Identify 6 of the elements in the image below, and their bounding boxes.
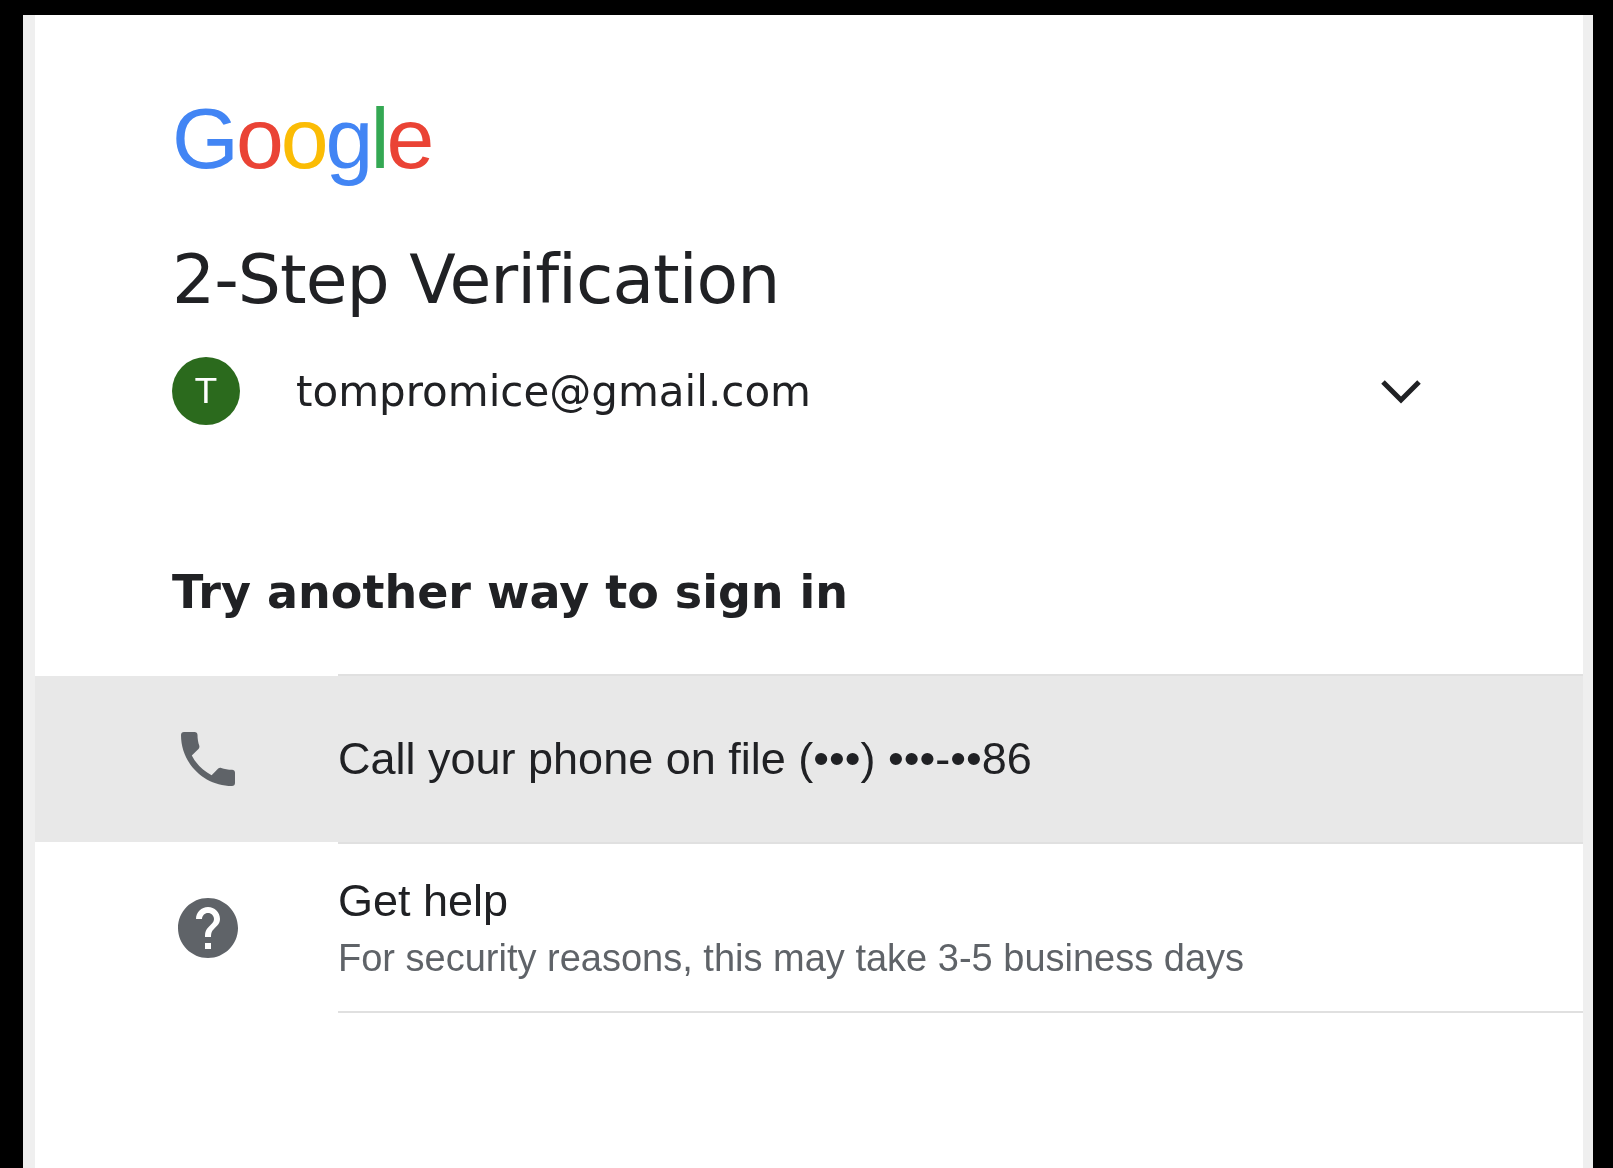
section-heading: Try another way to sign in xyxy=(172,565,849,620)
avatar: T xyxy=(172,357,240,426)
page-title: 2-Step Verification xyxy=(172,242,780,318)
option-row[interactable]: Call your phone on file (•••) •••-••86 xyxy=(35,676,1583,843)
account-email: tompromice@gmail.com xyxy=(296,366,812,416)
logo: Google xyxy=(172,89,433,188)
